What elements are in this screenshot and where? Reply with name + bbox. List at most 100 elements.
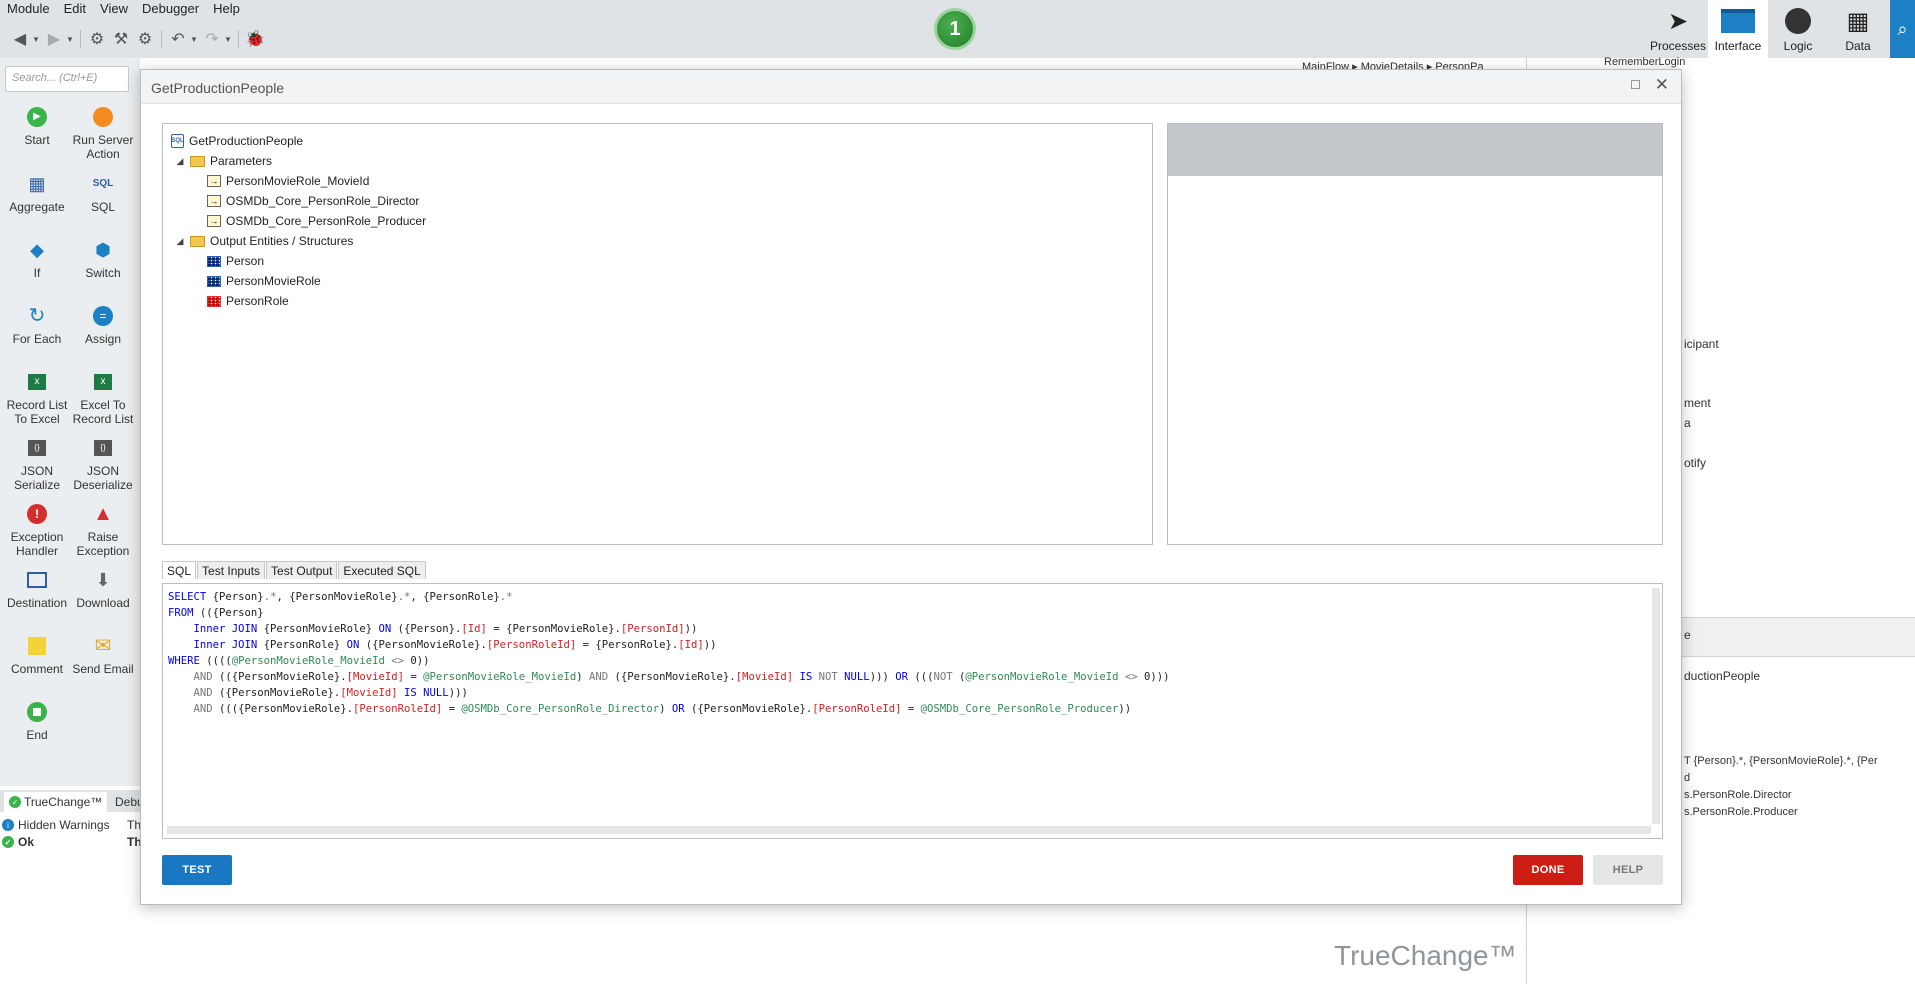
tool-run-server-action[interactable]: Run Server Action — [70, 105, 136, 161]
back-dropdown-icon[interactable]: ▼ — [32, 35, 42, 44]
tab-test-inputs[interactable]: Test Inputs — [197, 561, 266, 579]
forward-dropdown-icon[interactable]: ▼ — [66, 35, 76, 44]
tool-destination[interactable]: Destination — [4, 568, 70, 610]
maximize-icon[interactable]: ☐ — [1630, 78, 1641, 92]
tab-interface-label: Interface — [1714, 39, 1762, 53]
tab-test-output[interactable]: Test Output — [266, 561, 338, 579]
tree-parameter-item[interactable]: → PersonMovieRole_MovieId — [207, 174, 369, 188]
tab-data[interactable]: ▦ Data — [1828, 0, 1888, 58]
tool-end[interactable]: End — [4, 700, 70, 742]
test-button[interactable]: TEST — [162, 855, 232, 885]
sql-code-editor[interactable]: SELECT {Person}.*, {PersonMovieRole}.*, … — [162, 583, 1663, 839]
tool-raise-exception[interactable]: ▲ Raise Exception — [70, 502, 136, 558]
tool-json-deserialize-label: JSON Deserialize — [73, 464, 133, 492]
properties-header-label: e — [1684, 628, 1691, 642]
collapse-arrow-icon[interactable]: ◢ — [175, 236, 185, 247]
tree-output-entity[interactable]: Person — [207, 254, 264, 268]
input-parameter-icon: → — [207, 175, 221, 187]
back-icon[interactable]: ◀ — [8, 29, 32, 49]
help-button[interactable]: HELP — [1593, 855, 1663, 885]
tool-for-each[interactable]: ↻ For Each — [4, 304, 70, 346]
tool-start[interactable]: ▶ Start — [4, 105, 70, 147]
collapse-arrow-icon[interactable]: ◢ — [175, 156, 185, 167]
tool-start-label: Start — [24, 133, 50, 147]
tree-outputs-label: Output Entities / Structures — [210, 234, 354, 248]
menu-bar: Module Edit View Debugger Help — [0, 1, 247, 17]
tool-excel-to-record-list[interactable]: x Excel To Record List — [70, 370, 136, 426]
list-item[interactable]: i Hidden Warnings Th — [2, 818, 141, 832]
settings-gear-icon[interactable]: ⚙ — [85, 29, 109, 49]
tool-exception-handler[interactable]: ! Exception Handler — [4, 502, 70, 558]
tab-sql[interactable]: SQL — [162, 561, 197, 579]
global-search-icon[interactable]: ⌕ — [1890, 0, 1915, 58]
deploy-icon[interactable]: ⚙ — [133, 29, 157, 49]
tab-processes[interactable]: ➤ Processes — [1648, 0, 1708, 58]
tool-sql-label: SQL — [90, 200, 115, 214]
sql-line: AND ({PersonMovieRole}.[MovieId] IS NULL… — [193, 687, 468, 699]
menu-edit[interactable]: Edit — [57, 1, 93, 17]
tool-json-deserialize[interactable]: {} JSON Deserialize — [70, 436, 136, 492]
sql-code: SELECT {Person}.*, {PersonMovieRole}.*, … — [168, 589, 1170, 717]
list-item[interactable]: ✓ Ok Th — [2, 835, 142, 849]
tab-executed-sql[interactable]: Executed SQL — [338, 561, 426, 579]
parameter-label: OSMDb_Core_PersonRole_Director — [226, 194, 420, 208]
input-parameter-icon: → — [207, 195, 221, 207]
vertical-scrollbar[interactable] — [1652, 588, 1660, 824]
step-indicator-badge[interactable]: 1 — [934, 8, 976, 50]
tool-sql[interactable]: SQL SQL — [70, 172, 136, 214]
tool-json-serialize-label: JSON Serialize — [13, 464, 61, 492]
tool-switch-label: Switch — [85, 266, 121, 280]
sql-tab-bar: SQL Test Inputs Test Output Executed SQL — [162, 561, 427, 579]
tree-parameters-folder[interactable]: ◢ Parameters — [175, 154, 273, 168]
tool-assign[interactable]: = Assign — [70, 304, 136, 346]
tool-comment-label: Comment — [10, 662, 63, 676]
tool-aggregate[interactable]: ▦ Aggregate — [4, 172, 70, 214]
debug-bug-icon[interactable]: 🐞 — [243, 29, 267, 49]
tree-item-partial: ment — [1684, 396, 1711, 410]
sql-icon: SQL — [92, 178, 114, 189]
tool-switch[interactable]: ⬢ Switch — [70, 238, 136, 280]
sql-line: WHERE ((((@PersonMovieRole_MovieId <> 0)… — [168, 655, 430, 667]
tab-interface[interactable]: Interface — [1708, 0, 1768, 58]
menu-view[interactable]: View — [93, 1, 135, 17]
forward-icon[interactable]: ▶ — [42, 29, 66, 49]
tab-truechange[interactable]: ✓ TrueChange™ — [4, 792, 108, 812]
publish-icon[interactable]: ⚒ — [109, 29, 133, 49]
property-value: d — [1684, 772, 1691, 784]
send-email-envelope-icon: ✉ — [94, 635, 112, 657]
redo-dropdown-icon[interactable]: ▼ — [224, 35, 234, 44]
tool-if[interactable]: ◆ If — [4, 238, 70, 280]
end-icon — [25, 700, 49, 724]
property-value: T {Person}.*, {PersonMovieRole}.*, {Per — [1684, 755, 1878, 767]
menu-debugger[interactable]: Debugger — [135, 1, 206, 17]
tree-outputs-folder[interactable]: ◢ Output Entities / Structures — [175, 234, 354, 248]
sql-line: Inner JOIN {PersonMovieRole} ON ({Person… — [193, 623, 698, 635]
list-item-label: Hidden Warnings — [18, 818, 110, 832]
redo-icon[interactable]: ↷ — [200, 29, 224, 49]
tool-send-email[interactable]: ✉ Send Email — [70, 634, 136, 676]
horizontal-scrollbar[interactable] — [167, 826, 1651, 834]
close-icon[interactable]: ✕ — [1655, 75, 1669, 95]
truechange-watermark: TrueChange™ — [1334, 940, 1517, 971]
tool-download[interactable]: ⬇ Download — [70, 568, 136, 610]
tree-output-entity[interactable]: PersonMovieRole — [207, 274, 321, 288]
tree-output-entity[interactable]: PersonRole — [207, 294, 289, 308]
tree-parameter-item[interactable]: → OSMDb_Core_PersonRole_Director — [207, 194, 419, 208]
tab-processes-label: Processes — [1649, 39, 1707, 53]
app-window: { "menu": ["Module", "Edit", "View", "De… — [0, 0, 1915, 984]
switch-hexagon-icon: ⬢ — [95, 240, 111, 260]
tool-record-list-to-excel[interactable]: x Record List To Excel — [4, 370, 70, 426]
undo-icon[interactable]: ↶ — [166, 29, 190, 49]
toolbox-search-input[interactable]: Search... (Ctrl+E) — [5, 66, 129, 92]
start-icon: ▶ — [25, 105, 49, 129]
tree-parameter-item[interactable]: → OSMDb_Core_PersonRole_Producer — [207, 214, 426, 228]
tool-comment[interactable]: Comment — [4, 634, 70, 676]
tree-root[interactable]: SQL GetProductionPeople — [171, 134, 303, 148]
tool-json-serialize[interactable]: {} JSON Serialize — [4, 436, 70, 492]
parameter-label: OSMDb_Core_PersonRole_Producer — [226, 214, 427, 228]
done-button[interactable]: DONE — [1513, 855, 1583, 885]
undo-dropdown-icon[interactable]: ▼ — [190, 35, 200, 44]
menu-help[interactable]: Help — [206, 1, 247, 17]
tab-logic[interactable]: Logic — [1768, 0, 1828, 58]
menu-module[interactable]: Module — [0, 1, 57, 17]
